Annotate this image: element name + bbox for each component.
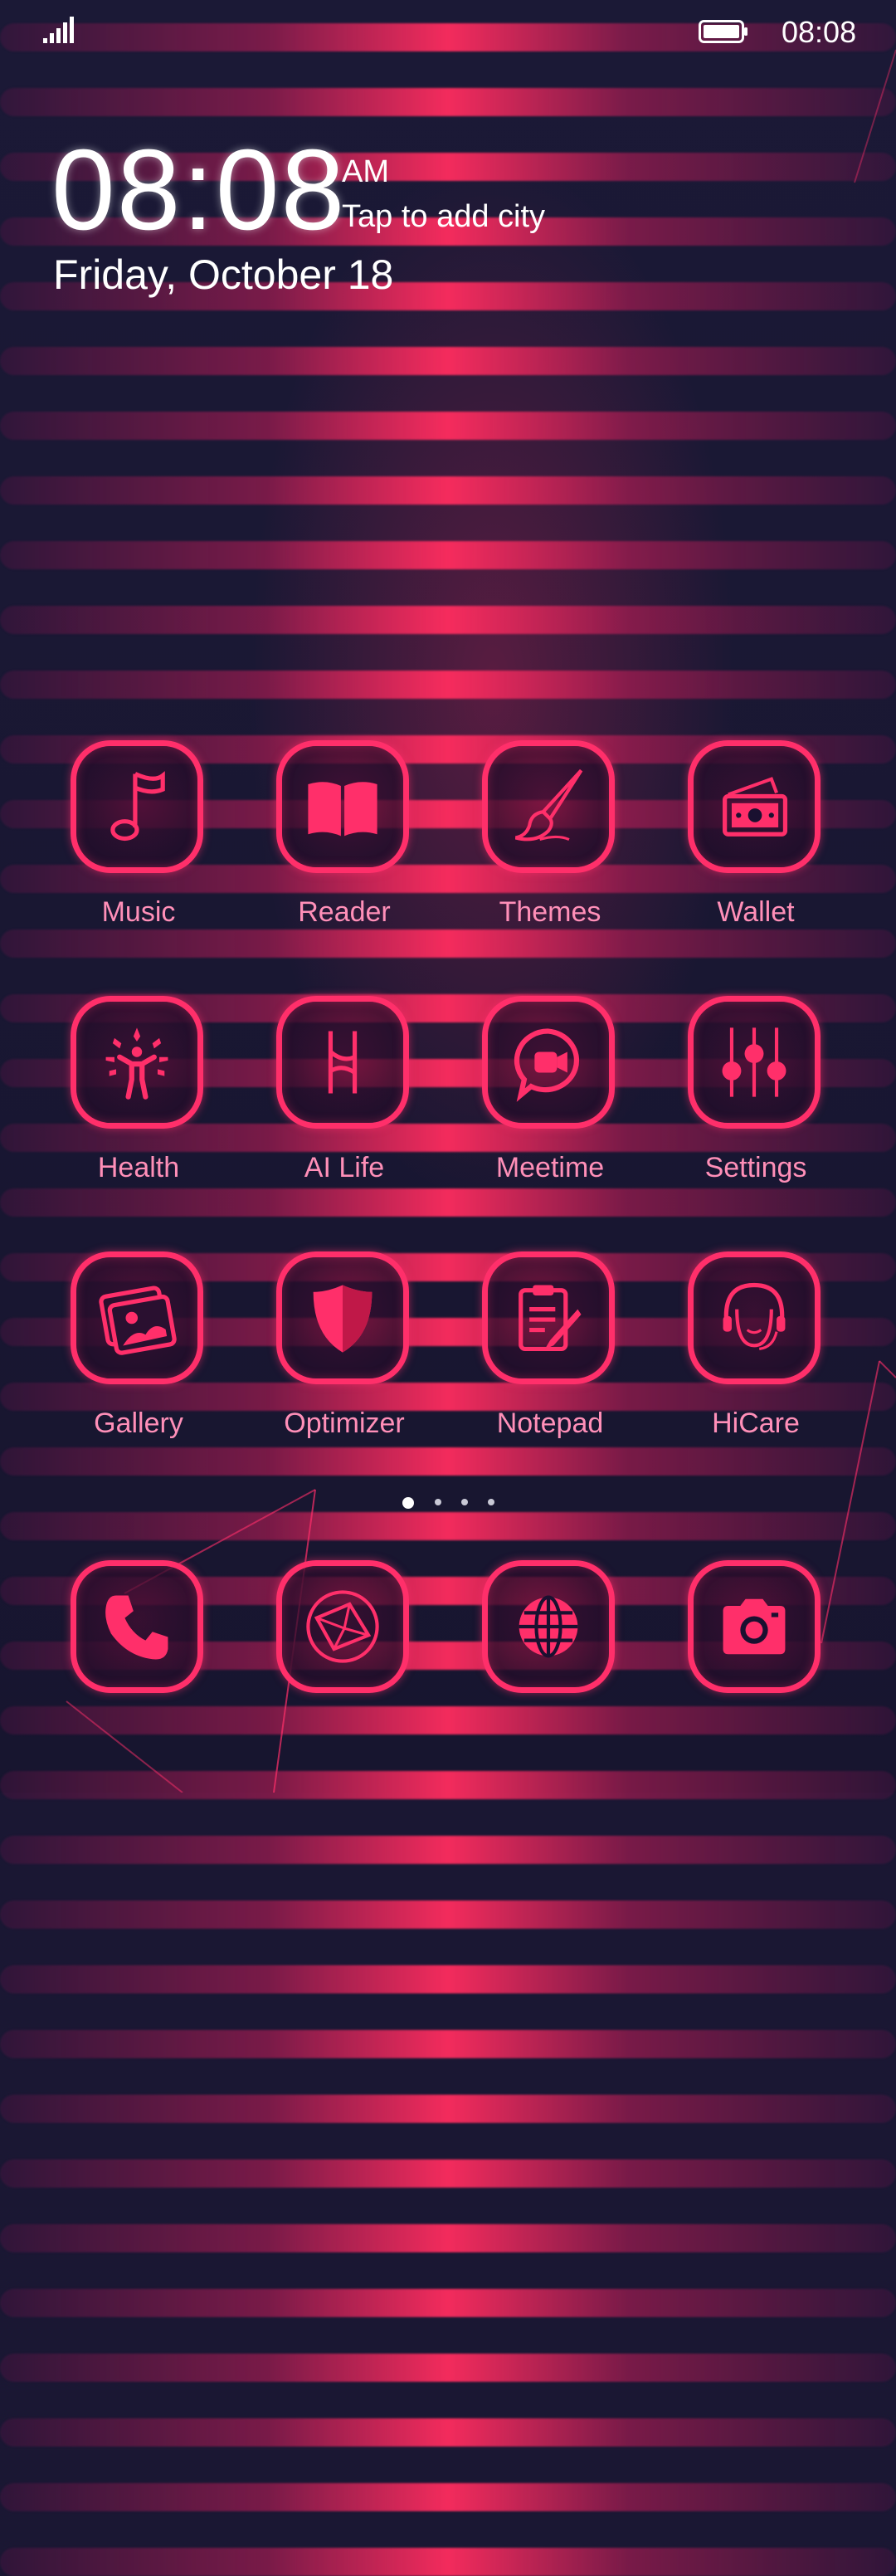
app-label: Notepad [496, 1408, 604, 1439]
app-gallery[interactable]: Gallery [47, 1251, 230, 1467]
camera-icon [688, 1560, 821, 1693]
health-person-icon [71, 996, 203, 1129]
wallpaper-stripe [0, 1965, 896, 1993]
wallpaper-stripe [0, 2159, 896, 2188]
app-settings[interactable]: Settings [665, 996, 847, 1212]
app-label: Meetime [495, 1152, 605, 1183]
app-label: Themes [499, 896, 601, 928]
headset-icon [688, 1251, 821, 1384]
ai-life-icon [276, 996, 409, 1129]
gallery-icon [71, 1251, 203, 1384]
page-dot-1[interactable] [402, 1497, 414, 1509]
app-themes[interactable]: Themes [459, 740, 641, 956]
clock-time[interactable]: 08:08 [51, 124, 346, 256]
app-ai-life[interactable]: AI Life [253, 996, 436, 1212]
clock-ampm: AM [342, 154, 389, 189]
notepad-icon [482, 1251, 615, 1384]
app-health[interactable]: Health [47, 996, 230, 1212]
wallpaper-stripe [0, 1836, 896, 1864]
wallpaper-stripe [0, 2354, 896, 2382]
app-optimizer[interactable]: Optimizer [253, 1251, 436, 1467]
wallet-icon [688, 740, 821, 873]
dock-phone[interactable] [47, 1560, 230, 1701]
clock-date[interactable]: Friday, October 18 [53, 251, 393, 299]
status-bar: 08:08 [0, 0, 896, 66]
music-note-icon [71, 740, 203, 873]
app-label: Gallery [94, 1408, 183, 1439]
page-dot-2[interactable] [435, 1499, 441, 1505]
paintbrush-icon [482, 740, 615, 873]
wallpaper-stripe [0, 2548, 896, 2576]
app-label: Optimizer [284, 1408, 405, 1439]
sliders-icon [688, 996, 821, 1129]
wallpaper-stripe [0, 2289, 896, 2317]
app-reader[interactable]: Reader [253, 740, 436, 956]
add-city-link[interactable]: Tap to add city [342, 199, 545, 235]
book-icon [276, 740, 409, 873]
dock-camera[interactable] [665, 1560, 847, 1701]
shield-icon [276, 1251, 409, 1384]
wallpaper-stripe [0, 2483, 896, 2511]
signal-bars-icon [43, 17, 74, 43]
dock-browser[interactable] [459, 1560, 641, 1701]
wallpaper-stripe [0, 2095, 896, 2123]
wallpaper-stripe [0, 2224, 896, 2252]
app-hicare[interactable]: HiCare [665, 1251, 847, 1467]
app-label: Reader [298, 896, 391, 928]
page-dot-3[interactable] [461, 1499, 468, 1505]
status-time: 08:08 [782, 15, 857, 49]
video-chat-icon [482, 996, 615, 1129]
app-meetime[interactable]: Meetime [459, 996, 641, 1212]
phone-icon [71, 1560, 203, 1693]
wallpaper-stripe [0, 2030, 896, 2058]
dock-messages[interactable] [253, 1560, 436, 1701]
mail-icon [276, 1560, 409, 1693]
page-indicator[interactable] [0, 1497, 896, 1514]
app-label: Music [101, 896, 176, 928]
app-label: Health [97, 1152, 180, 1183]
wallpaper-stripe [0, 2418, 896, 2447]
app-label: Wallet [717, 896, 795, 928]
app-label: HiCare [712, 1408, 800, 1439]
app-notepad[interactable]: Notepad [459, 1251, 641, 1467]
app-music[interactable]: Music [47, 740, 230, 956]
app-label: AI Life [304, 1152, 385, 1183]
wallpaper-stripe [0, 1900, 896, 1929]
battery-full-icon [699, 20, 747, 43]
app-label: Settings [704, 1152, 807, 1183]
app-wallet[interactable]: Wallet [665, 740, 847, 956]
globe-icon [482, 1560, 615, 1693]
page-dot-4[interactable] [488, 1499, 494, 1505]
